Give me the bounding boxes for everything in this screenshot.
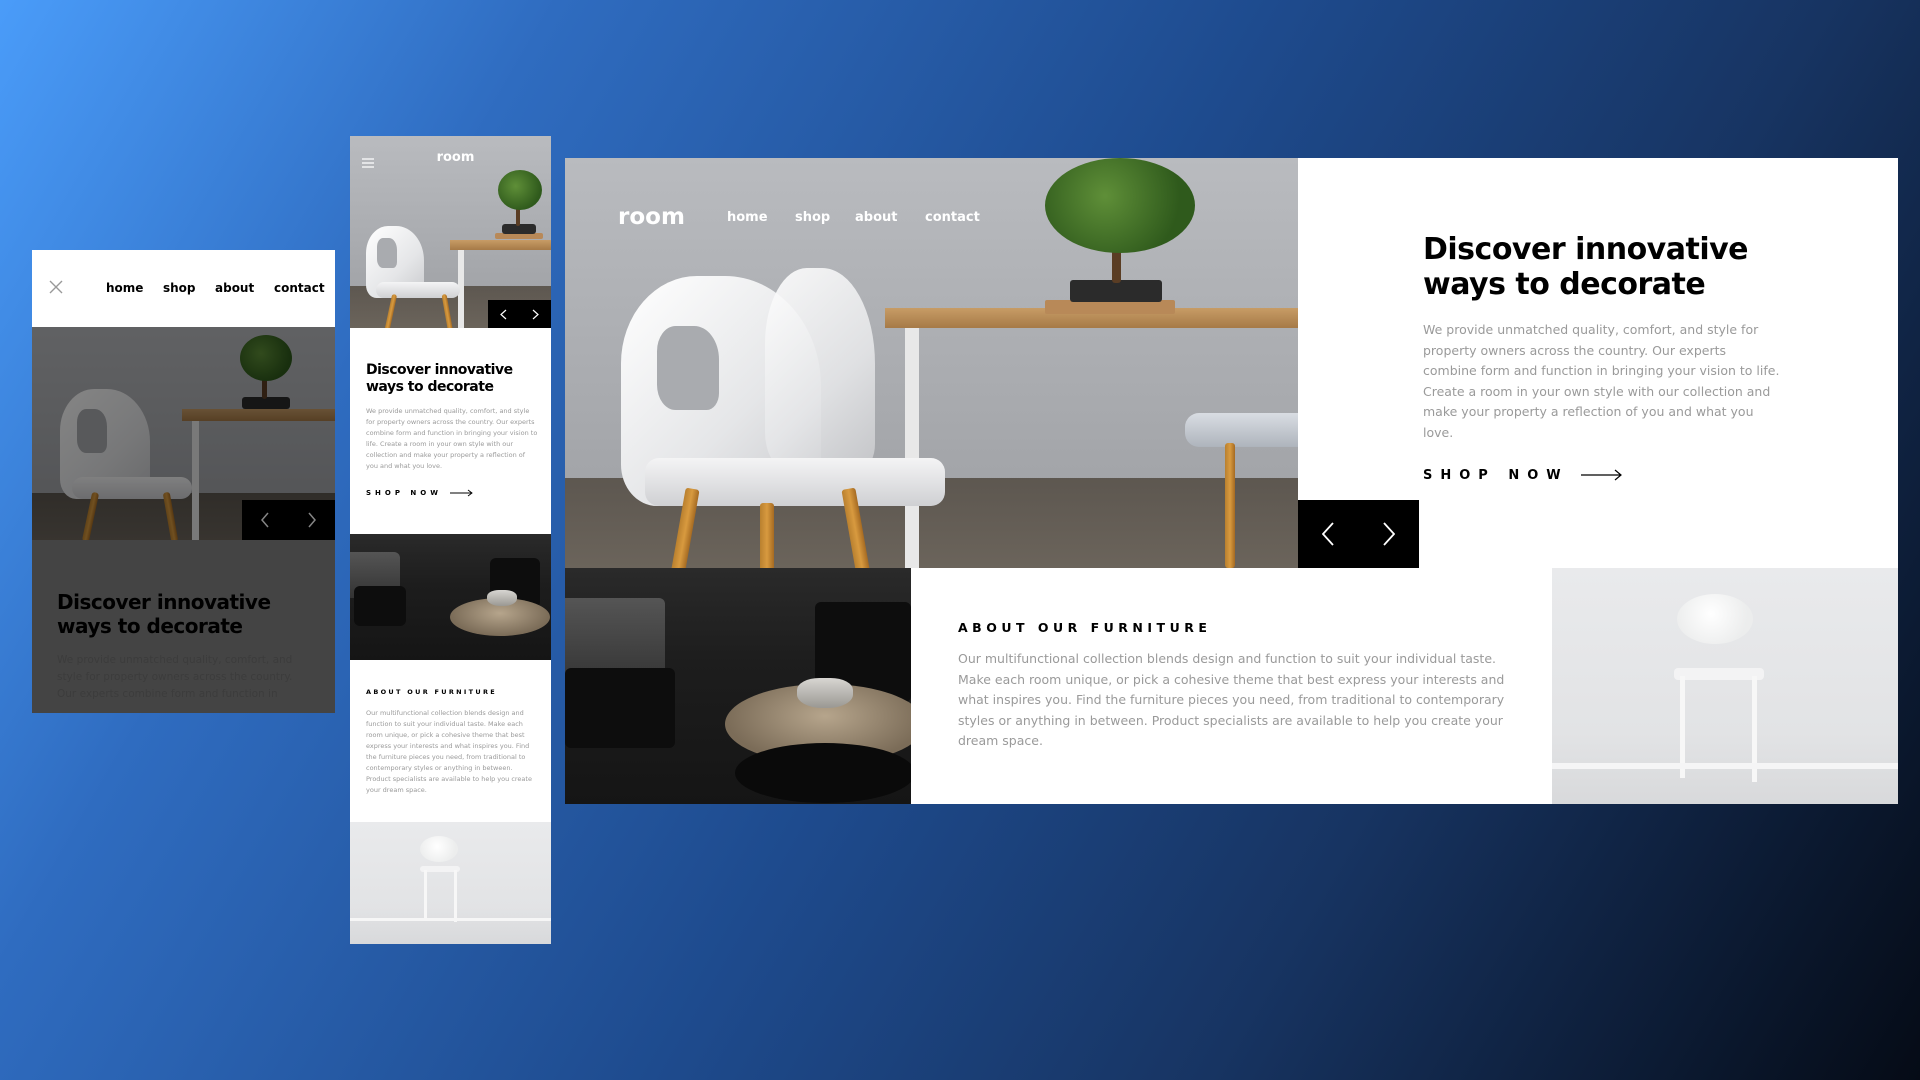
light-chair-image xyxy=(1552,568,1898,804)
prev-slide-button[interactable] xyxy=(1298,500,1359,568)
next-slide-button[interactable] xyxy=(520,300,552,328)
about-body: Our multifunctional collection blends de… xyxy=(366,709,532,794)
brand-logo[interactable]: room xyxy=(350,150,551,165)
shop-now-label: SHOP NOW xyxy=(366,489,442,497)
hero-body: We provide unmatched quality, comfort, a… xyxy=(366,407,538,470)
nav-contact-link[interactable]: contact xyxy=(925,210,980,225)
shop-now-label: SHOP NOW xyxy=(1423,467,1569,483)
nav-shop-link[interactable]: shop xyxy=(795,210,830,225)
chevron-left-icon xyxy=(500,309,507,319)
about-title: ABOUT OUR FURNITURE xyxy=(958,620,1212,635)
about-section: ABOUT OUR FURNITURE Our multifunctional … xyxy=(366,688,538,796)
shop-now-link[interactable]: SHOP NOW xyxy=(366,489,538,497)
hero-title: Discover innovative ways to decorate xyxy=(366,362,513,395)
prev-slide-button[interactable] xyxy=(488,300,520,328)
mobile-menu-open-mockup: Discover innovative ways to decorate We … xyxy=(32,250,335,713)
shop-now-link[interactable]: SHOP NOW xyxy=(1423,468,1783,483)
dark-furniture-image xyxy=(565,568,911,804)
slider-controls xyxy=(488,300,551,328)
hero-image: room xyxy=(350,136,551,328)
nav-contact-link[interactable]: contact xyxy=(274,281,325,295)
about-section: ABOUT OUR FURNITURE Our multifunctional … xyxy=(958,620,1508,752)
hero-body: We provide unmatched quality, comfort, a… xyxy=(1423,322,1780,440)
arrow-right-icon xyxy=(449,489,473,497)
mobile-nav-menu: home shop about contact xyxy=(32,250,335,327)
hero-body: We provide unmatched quality, comfort, a… xyxy=(57,654,293,700)
nav-shop-link[interactable]: shop xyxy=(163,281,196,295)
about-title: ABOUT OUR FURNITURE xyxy=(366,688,497,696)
hero-text-section: Discover innovative ways to decorate We … xyxy=(57,590,312,703)
hero-title: Discover innovative ways to decorate xyxy=(57,590,271,638)
hero-image: room home shop about contact xyxy=(565,158,1298,568)
nav-home-link[interactable]: home xyxy=(106,281,143,295)
hero-text-section: Discover innovative ways to decorate We … xyxy=(366,362,538,497)
mobile-mockup: room Discover innovative ways to decorat… xyxy=(350,136,551,944)
nav-about-link[interactable]: about xyxy=(215,281,254,295)
chevron-left-icon xyxy=(1322,522,1334,546)
light-chair-image xyxy=(350,822,551,944)
hero-title: Discover innovative ways to decorate xyxy=(1423,232,1749,302)
slider-controls xyxy=(1298,500,1419,568)
nav-home-link[interactable]: home xyxy=(727,210,768,225)
chevron-right-icon xyxy=(1383,522,1395,546)
close-icon xyxy=(49,280,63,294)
nav-about-link[interactable]: about xyxy=(855,210,897,225)
chevron-right-icon xyxy=(532,309,539,319)
about-body: Our multifunctional collection blends de… xyxy=(958,651,1505,749)
desktop-mockup: room home shop about contact Discover in… xyxy=(565,158,1898,804)
hero-text-section: Discover innovative ways to decorate We … xyxy=(1423,232,1783,483)
next-slide-button[interactable] xyxy=(1359,500,1420,568)
close-menu-button[interactable] xyxy=(49,280,63,294)
dark-furniture-image xyxy=(350,534,551,660)
arrow-right-icon xyxy=(1580,469,1622,481)
brand-logo[interactable]: room xyxy=(618,204,685,230)
